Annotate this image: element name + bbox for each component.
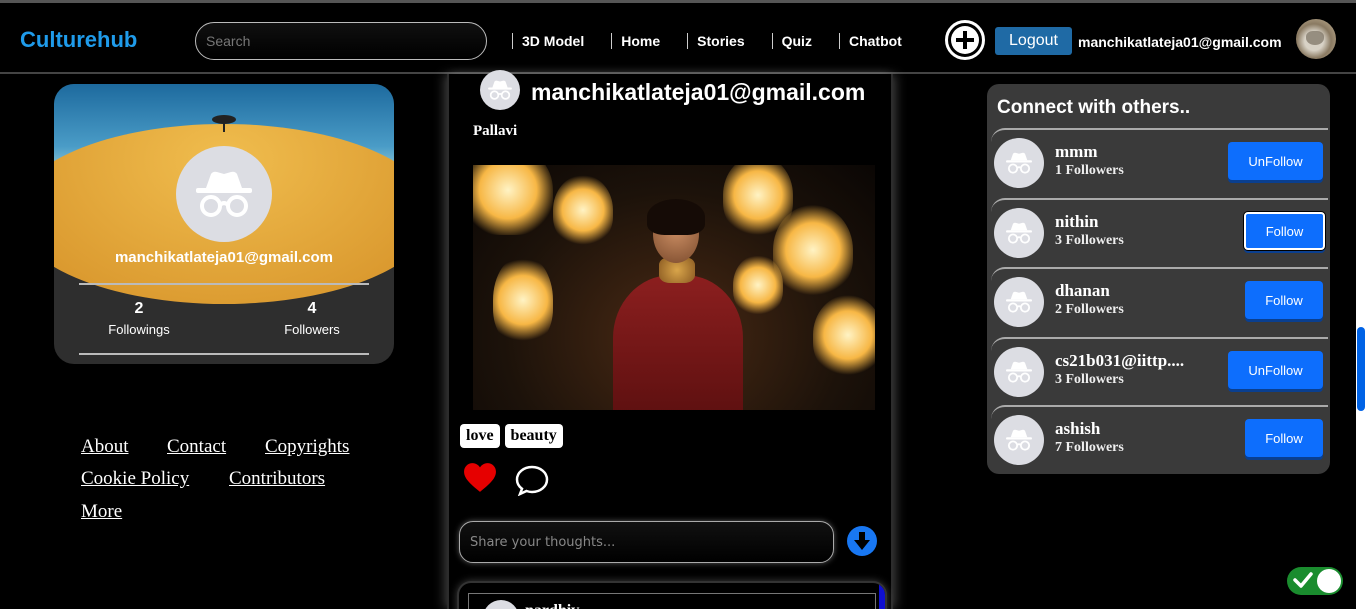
tag-love[interactable]: love	[460, 424, 500, 448]
arrow-down-circle-icon[interactable]	[847, 526, 877, 556]
divider	[79, 353, 369, 355]
connect-title: Connect with others..	[997, 97, 1191, 118]
user-name[interactable]: cs21b031@iittp....	[1055, 351, 1184, 371]
comment-username[interactable]: nardhiv	[525, 602, 579, 609]
theme-toggle[interactable]	[1287, 567, 1343, 595]
check-icon	[1293, 572, 1313, 588]
incognito-icon	[176, 146, 272, 242]
comment-card[interactable]: nardhiv	[457, 581, 887, 609]
incognito-icon[interactable]	[994, 415, 1044, 465]
tag-beauty[interactable]: beauty	[504, 424, 563, 448]
heart-icon[interactable]	[463, 462, 497, 496]
list-item: mmm 1 Followers UnFollow	[991, 128, 1328, 194]
logout-button[interactable]: Logout	[995, 27, 1072, 55]
user-followers: 1 Followers	[1055, 163, 1124, 178]
comment-scrollbar[interactable]	[879, 583, 885, 609]
list-item: nithin 3 Followers Follow	[991, 198, 1328, 264]
footer-link-more[interactable]: More	[81, 501, 122, 523]
post-caption: Pallavi	[473, 123, 518, 139]
page-scrollbar-track[interactable]	[1356, 0, 1366, 609]
profile-email: manchikatlateja01@gmail.com	[114, 249, 334, 266]
footer-link-contributors[interactable]: Contributors	[229, 468, 325, 490]
nav-user-email: manchikatlateja01@gmail.com	[1078, 34, 1282, 50]
footer-link-about[interactable]: About	[81, 436, 129, 458]
toggle-knob[interactable]	[1317, 569, 1341, 593]
unfollow-button[interactable]: UnFollow	[1228, 142, 1323, 180]
divider	[79, 283, 369, 285]
nav-link-chatbot[interactable]: Chatbot	[838, 33, 911, 49]
post-image[interactable]	[473, 165, 875, 410]
footer-link-cookie-policy[interactable]: Cookie Policy	[81, 468, 189, 490]
avatar	[483, 600, 519, 609]
incognito-icon[interactable]	[994, 347, 1044, 397]
comment-input[interactable]	[459, 521, 834, 563]
post-username[interactable]: manchikatlateja01@gmail.com	[531, 79, 865, 106]
unfollow-button[interactable]: UnFollow	[1228, 351, 1323, 389]
follow-button[interactable]: Follow	[1245, 281, 1323, 319]
incognito-icon[interactable]	[994, 138, 1044, 188]
user-name[interactable]: dhanan	[1055, 281, 1110, 301]
brand-logo[interactable]: Culturehub	[20, 27, 137, 53]
followings-label: Followings	[108, 322, 170, 337]
nav-link-stories[interactable]: Stories	[687, 33, 753, 49]
user-followers: 2 Followers	[1055, 302, 1124, 317]
list-item: ashish 7 Followers Follow	[991, 405, 1328, 471]
followers-stat[interactable]: 4 Followers	[252, 300, 372, 337]
user-name[interactable]: ashish	[1055, 419, 1100, 439]
comment-item: nardhiv	[468, 593, 876, 609]
plus-circle-icon[interactable]	[945, 20, 985, 60]
connect-panel: Connect with others.. mmm 1 Followers Un…	[987, 84, 1330, 474]
footer-link-contact[interactable]: Contact	[167, 436, 226, 458]
user-followers: 3 Followers	[1055, 233, 1124, 248]
list-item: cs21b031@iittp.... 3 Followers UnFollow	[991, 337, 1328, 403]
followers-count: 4	[307, 300, 317, 317]
search-input[interactable]	[195, 22, 487, 60]
followers-label: Followers	[284, 322, 340, 337]
navbar: Culturehub 3D Model Home Stories Quiz Ch…	[0, 0, 1356, 74]
footer-link-copyrights[interactable]: Copyrights	[265, 436, 349, 458]
user-avatar[interactable]	[1296, 19, 1336, 59]
post-tags: love beauty	[460, 424, 563, 448]
profile-card: manchikatlateja01@gmail.com 2 Followings…	[54, 84, 394, 364]
list-item: dhanan 2 Followers Follow	[991, 267, 1328, 333]
incognito-icon[interactable]	[480, 70, 520, 110]
followings-count: 2	[134, 300, 144, 317]
comment-icon[interactable]	[515, 464, 549, 497]
nav-link-home[interactable]: Home	[611, 33, 669, 49]
incognito-icon[interactable]	[994, 277, 1044, 327]
nav-link-quiz[interactable]: Quiz	[771, 33, 821, 49]
user-followers: 3 Followers	[1055, 372, 1124, 387]
nav-link-3d-model[interactable]: 3D Model	[512, 33, 593, 49]
user-name[interactable]: nithin	[1055, 212, 1098, 232]
incognito-icon[interactable]	[994, 208, 1044, 258]
followings-stat[interactable]: 2 Followings	[79, 300, 199, 337]
nav-links: 3D Model Home Stories Quiz Chatbot	[512, 33, 929, 49]
post-feed[interactable]: manchikatlateja01@gmail.com Pallavi love…	[447, 70, 893, 609]
follow-button[interactable]: Follow	[1245, 419, 1323, 457]
page-scrollbar-thumb[interactable]	[1357, 327, 1365, 411]
follow-button[interactable]: Follow	[1244, 212, 1325, 250]
user-followers: 7 Followers	[1055, 440, 1124, 455]
user-name[interactable]: mmm	[1055, 142, 1097, 162]
